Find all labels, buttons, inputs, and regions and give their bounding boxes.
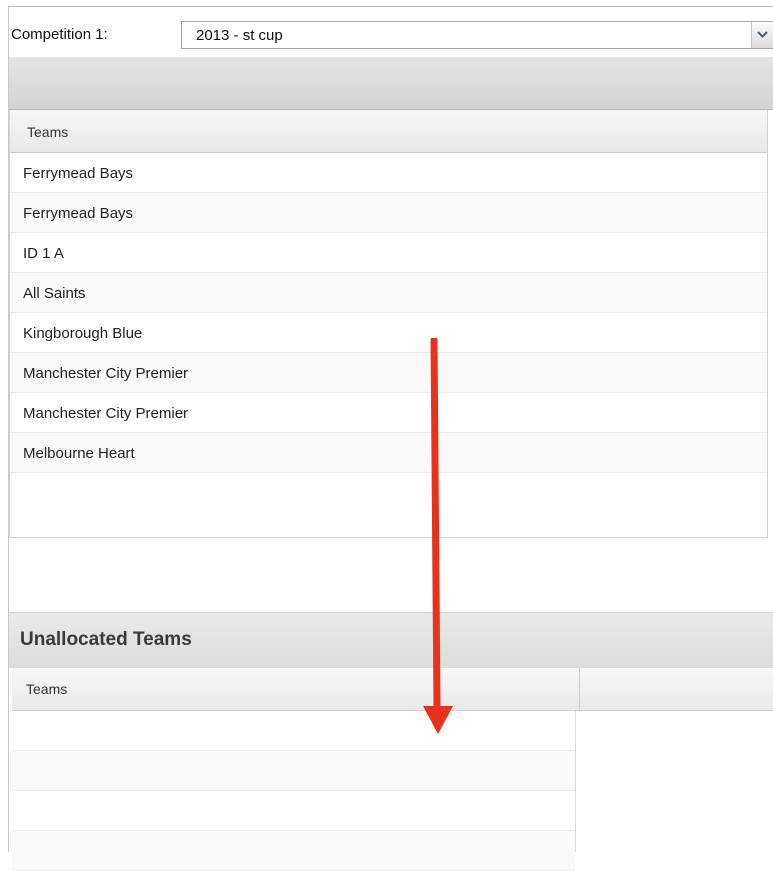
table-row[interactable]: Ferrymead Bays	[10, 153, 767, 193]
team-name: Ferrymead Bays	[23, 165, 134, 182]
teams-grid: Teams Ferrymead Bays Ferrymead Bays ID 1…	[9, 110, 768, 538]
unallocated-teams-column-label: Teams	[26, 681, 68, 697]
table-row[interactable]: Melbourne Heart	[10, 433, 767, 473]
team-name: Melbourne Heart	[23, 445, 135, 462]
table-row[interactable]: ID 1 A	[10, 233, 767, 273]
arrow-down-icon	[423, 338, 453, 734]
team-name: Manchester City Premier	[23, 365, 189, 382]
panel-toolbar	[9, 57, 773, 110]
competition-row: Competition 1: 2013 - st cup	[9, 7, 773, 57]
table-row[interactable]: Manchester City Premier	[10, 393, 767, 433]
team-name: All Saints	[23, 285, 86, 302]
unallocated-teams-header: Unallocated Teams	[9, 612, 773, 668]
teams-column-header[interactable]: Teams	[10, 110, 767, 153]
table-row[interactable]	[12, 751, 575, 791]
table-row[interactable]: Ferrymead Bays	[10, 193, 767, 233]
chevron-down-icon	[757, 31, 768, 38]
teams-column-header-label: Teams	[27, 124, 69, 140]
unallocated-teams-title: Unallocated Teams	[20, 629, 192, 650]
table-row[interactable]: All Saints	[10, 273, 767, 313]
team-name: Ferrymead Bays	[23, 205, 134, 222]
team-name: Kingborough Blue	[23, 325, 143, 342]
competition-selected-value: 2013 - st cup	[196, 27, 283, 44]
table-row[interactable]	[12, 711, 575, 751]
dropdown-button[interactable]	[751, 22, 773, 48]
competition-select[interactable]: 2013 - st cup	[181, 21, 773, 49]
table-row[interactable]	[12, 791, 575, 831]
competition-label: Competition 1:	[11, 26, 108, 43]
unallocated-teams-grid	[12, 711, 576, 871]
table-row[interactable]: Manchester City Premier	[10, 353, 767, 393]
team-name: ID 1 A	[23, 245, 64, 262]
unallocated-teams-column-header[interactable]: Teams	[12, 668, 580, 710]
unallocated-column-headers: Teams	[12, 667, 773, 711]
table-row[interactable]: Kingborough Blue	[10, 313, 767, 353]
table-row[interactable]	[12, 831, 575, 871]
team-name: Manchester City Premier	[23, 405, 189, 422]
